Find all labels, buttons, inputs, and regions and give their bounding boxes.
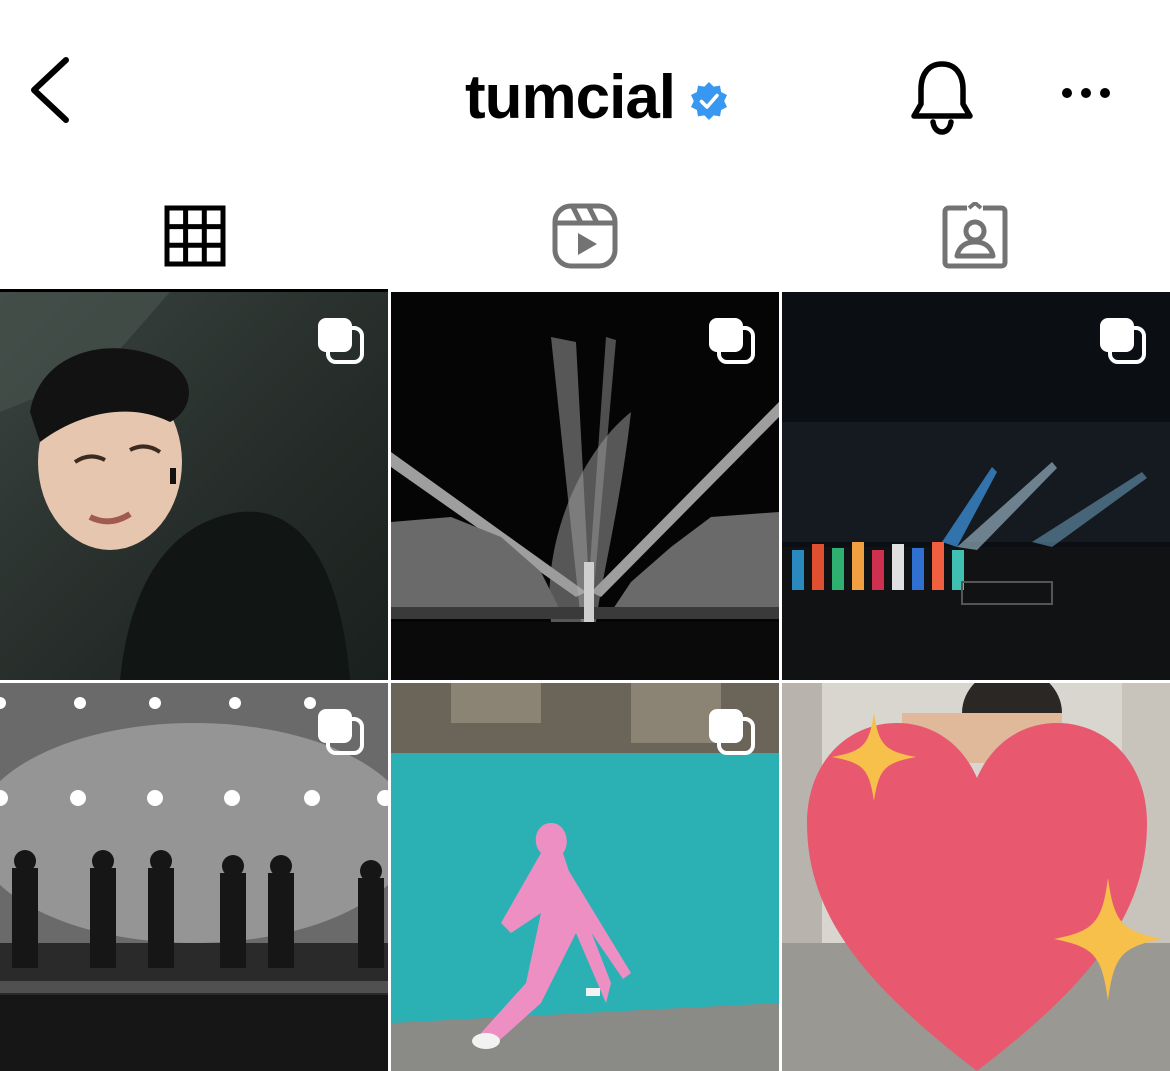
verified-badge-icon bbox=[691, 82, 728, 120]
posts-grid bbox=[0, 292, 1170, 1071]
carousel-icon bbox=[1100, 318, 1146, 364]
reels-icon bbox=[552, 203, 618, 269]
post-thumbnail[interactable] bbox=[0, 292, 388, 680]
profile-username: tumcial bbox=[464, 63, 676, 132]
back-button[interactable] bbox=[18, 50, 78, 130]
post-thumbnail[interactable] bbox=[391, 292, 779, 680]
post-thumbnail[interactable] bbox=[782, 292, 1170, 680]
post-thumbnail[interactable] bbox=[782, 683, 1170, 1071]
notifications-button[interactable] bbox=[906, 56, 978, 136]
carousel-icon bbox=[709, 318, 755, 364]
carousel-icon bbox=[318, 318, 364, 364]
post-image-heart-overlay bbox=[782, 683, 1170, 1071]
carousel-icon bbox=[709, 709, 755, 755]
tab-posts[interactable] bbox=[0, 180, 390, 292]
tab-reels[interactable] bbox=[390, 180, 780, 292]
post-thumbnail[interactable] bbox=[0, 683, 388, 1071]
tab-tagged[interactable] bbox=[780, 180, 1170, 292]
profile-header: tumcial bbox=[0, 0, 1170, 180]
grid-icon bbox=[164, 205, 226, 267]
profile-tabs bbox=[0, 180, 1170, 292]
post-thumbnail[interactable] bbox=[391, 683, 779, 1071]
tagged-person-icon bbox=[942, 202, 1008, 269]
more-horizontal-icon bbox=[1062, 88, 1110, 98]
chevron-left-icon bbox=[31, 57, 69, 123]
carousel-icon bbox=[318, 709, 364, 755]
bell-icon bbox=[911, 61, 973, 135]
more-options-button[interactable] bbox=[1058, 72, 1114, 112]
